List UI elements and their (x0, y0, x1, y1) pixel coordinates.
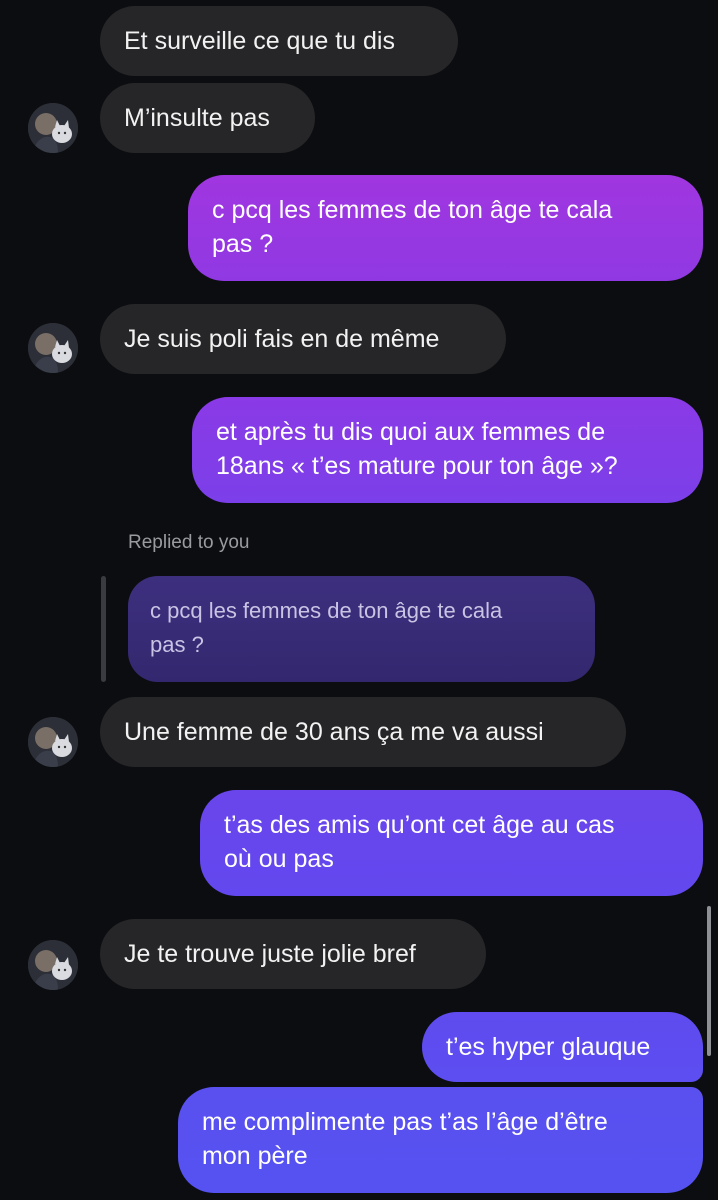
message-bubble-incoming[interactable]: Une femme de 30 ans ça me va aussi (100, 697, 626, 767)
reply-indicator-bar (101, 576, 106, 682)
quoted-message[interactable]: c pcq les femmes de ton âge te cala pas … (128, 576, 595, 682)
avatar-photo-icon (28, 103, 78, 153)
message-bubble-outgoing[interactable]: me complimente pas t’as l’âge d’être mon… (178, 1087, 703, 1193)
contact-avatar[interactable] (28, 940, 78, 990)
contact-avatar[interactable] (28, 323, 78, 373)
message-bubble-outgoing[interactable]: c pcq les femmes de ton âge te cala pas … (188, 175, 703, 281)
message-bubble-outgoing[interactable]: et après tu dis quoi aux femmes de 18ans… (192, 397, 703, 503)
avatar-photo-icon (28, 323, 78, 373)
message-bubble-incoming[interactable]: M’insulte pas (100, 83, 315, 153)
avatar-photo-icon (28, 717, 78, 767)
message-thread[interactable]: Et surveille ce que tu dis M’insulte pas… (0, 0, 718, 1200)
message-bubble-outgoing[interactable]: t’as des amis qu’ont cet âge au cas où o… (200, 790, 703, 896)
message-bubble-incoming[interactable]: Je te trouve juste jolie bref (100, 919, 486, 989)
avatar-photo-icon (28, 940, 78, 990)
message-bubble-incoming[interactable]: Je suis poli fais en de même (100, 304, 506, 374)
message-bubble-outgoing[interactable]: t’es hyper glauque (422, 1012, 703, 1082)
message-bubble-incoming[interactable]: Et surveille ce que tu dis (100, 6, 458, 76)
replied-to-you-label: Replied to you (128, 532, 250, 553)
contact-avatar[interactable] (28, 103, 78, 153)
contact-avatar[interactable] (28, 717, 78, 767)
scrollbar-thumb[interactable] (707, 906, 711, 1056)
